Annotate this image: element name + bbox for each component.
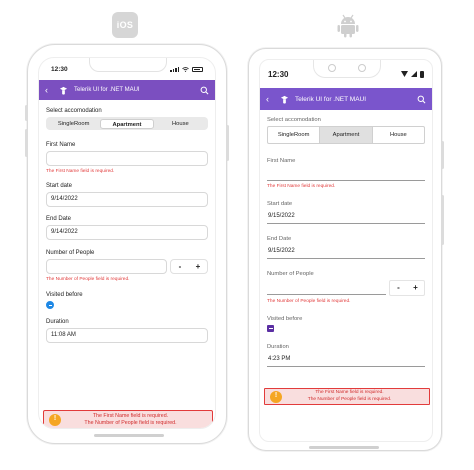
android-app-title: Telerik UI for .NET MAUI bbox=[295, 95, 367, 103]
battery-icon bbox=[420, 70, 424, 78]
comparison-stage: iOS 12:30 ‹ Telerik UI for .NET MAUI Sel… bbox=[0, 0, 474, 470]
ios-notch bbox=[89, 58, 167, 72]
search-icon[interactable] bbox=[200, 86, 209, 95]
ios-form: Select accomodation SingleRoom Apartment… bbox=[39, 100, 215, 349]
first-name-label: First Name bbox=[267, 158, 296, 164]
visited-label: Visited before bbox=[267, 316, 303, 322]
people-input[interactable] bbox=[46, 259, 167, 274]
start-date-label: Start date bbox=[267, 201, 293, 207]
duration-picker[interactable]: 4:23 PM bbox=[267, 353, 425, 367]
summary-message: The First Name field is required. bbox=[92, 412, 169, 419]
people-label: Number of People bbox=[46, 250, 95, 256]
first-name-error: The First Name field is required. bbox=[46, 169, 115, 174]
android-robot-icon bbox=[337, 14, 359, 38]
end-date-picker[interactable]: 9/14/2022 bbox=[46, 225, 208, 240]
summary-message: The Number of People field is required. bbox=[307, 396, 392, 402]
wifi-icon bbox=[182, 66, 189, 72]
segment-apartment[interactable]: Apartment bbox=[99, 118, 155, 129]
duration-label: Duration bbox=[267, 344, 289, 350]
ios-screen: 12:30 ‹ Telerik UI for .NET MAUI Select … bbox=[38, 57, 216, 429]
ios-volume-button bbox=[25, 129, 28, 157]
warning-icon bbox=[270, 390, 282, 403]
accomodation-label: Select accomodation bbox=[267, 117, 321, 123]
accomodation-segmented-control[interactable]: SingleRoom Apartment House bbox=[267, 126, 425, 144]
ios-side-button bbox=[25, 105, 28, 121]
people-stepper[interactable]: - + bbox=[389, 280, 425, 296]
first-name-input[interactable] bbox=[267, 167, 425, 181]
android-status-bar: 12:30 bbox=[260, 60, 432, 88]
people-stepper[interactable]: - + bbox=[170, 259, 208, 274]
android-form: Select accomodation SingleRoom Apartment… bbox=[260, 110, 432, 373]
battery-icon bbox=[192, 66, 203, 72]
start-date-label: Start date bbox=[46, 183, 73, 189]
duration-label: Duration bbox=[46, 319, 69, 325]
first-name-error: The First Name field is required. bbox=[267, 184, 336, 189]
start-date-picker[interactable]: 9/15/2022 bbox=[267, 210, 425, 224]
ios-status-bar: 12:30 bbox=[39, 58, 215, 80]
people-error: The Number of People field is required. bbox=[46, 277, 130, 282]
warning-icon bbox=[49, 414, 61, 426]
android-notch bbox=[313, 60, 381, 78]
signal-icon bbox=[411, 71, 417, 77]
people-input[interactable] bbox=[267, 281, 386, 295]
telerik-logo-icon bbox=[280, 95, 289, 104]
first-name-input[interactable] bbox=[46, 151, 208, 166]
ios-logo: iOS bbox=[112, 12, 138, 38]
people-label: Number of People bbox=[267, 271, 314, 277]
end-date-label: End Date bbox=[267, 236, 292, 242]
home-indicator bbox=[94, 434, 164, 437]
navigation-bar-indicator bbox=[309, 446, 379, 449]
people-error: The Number of People field is required. bbox=[267, 299, 351, 304]
end-date-label: End Date bbox=[46, 216, 72, 222]
decrement-button[interactable]: - bbox=[390, 281, 407, 295]
accomodation-segmented-control[interactable]: SingleRoom Apartment House bbox=[46, 117, 208, 130]
android-volume-button bbox=[441, 195, 444, 245]
segment-house[interactable]: House bbox=[154, 119, 206, 129]
search-icon[interactable] bbox=[417, 95, 426, 104]
segment-apartment[interactable]: Apartment bbox=[320, 127, 373, 143]
ios-app-bar: ‹ Telerik UI for .NET MAUI bbox=[39, 80, 215, 100]
signal-icon bbox=[170, 66, 179, 72]
accomodation-label: Select accomodation bbox=[46, 108, 102, 114]
decrement-button[interactable]: - bbox=[171, 260, 189, 273]
segment-singleroom[interactable]: SingleRoom bbox=[48, 119, 100, 129]
wifi-icon bbox=[401, 71, 408, 77]
android-app-bar: ‹ Telerik UI for .NET MAUI bbox=[260, 88, 432, 110]
ios-power-button bbox=[226, 125, 229, 161]
back-arrow-icon[interactable]: ‹ bbox=[45, 85, 53, 95]
android-status-time: 12:30 bbox=[268, 69, 289, 79]
end-date-picker[interactable]: 9/15/2022 bbox=[267, 245, 425, 259]
visited-label: Visited before bbox=[46, 292, 83, 298]
ios-app-title: Telerik UI for .NET MAUI bbox=[74, 87, 140, 93]
increment-button[interactable]: + bbox=[407, 281, 424, 295]
validation-summary: The First Name field is required. The Nu… bbox=[43, 410, 213, 428]
start-date-picker[interactable]: 9/14/2022 bbox=[46, 192, 208, 207]
summary-message: The Number of People field is required. bbox=[84, 420, 177, 426]
visited-checkbox[interactable] bbox=[46, 301, 54, 309]
back-arrow-icon[interactable]: ‹ bbox=[266, 94, 274, 104]
android-phone-frame: 12:30 ‹ Telerik UI for .NET MAUI Select … bbox=[248, 48, 444, 451]
first-name-label: First Name bbox=[46, 142, 76, 148]
telerik-logo-icon bbox=[59, 86, 68, 95]
validation-summary: The First Name field is required. The Nu… bbox=[264, 388, 430, 405]
visited-checkbox[interactable] bbox=[267, 325, 274, 332]
increment-button[interactable]: + bbox=[189, 260, 207, 273]
android-screen: 12:30 ‹ Telerik UI for .NET MAUI Select … bbox=[259, 59, 433, 442]
ios-status-time: 12:30 bbox=[51, 65, 68, 73]
segment-singleroom[interactable]: SingleRoom bbox=[268, 127, 321, 143]
segment-house[interactable]: House bbox=[373, 127, 424, 143]
ios-phone-frame: 12:30 ‹ Telerik UI for .NET MAUI Select … bbox=[25, 44, 229, 444]
duration-picker[interactable]: 11:08 AM bbox=[46, 328, 208, 343]
android-power-button bbox=[441, 141, 444, 169]
